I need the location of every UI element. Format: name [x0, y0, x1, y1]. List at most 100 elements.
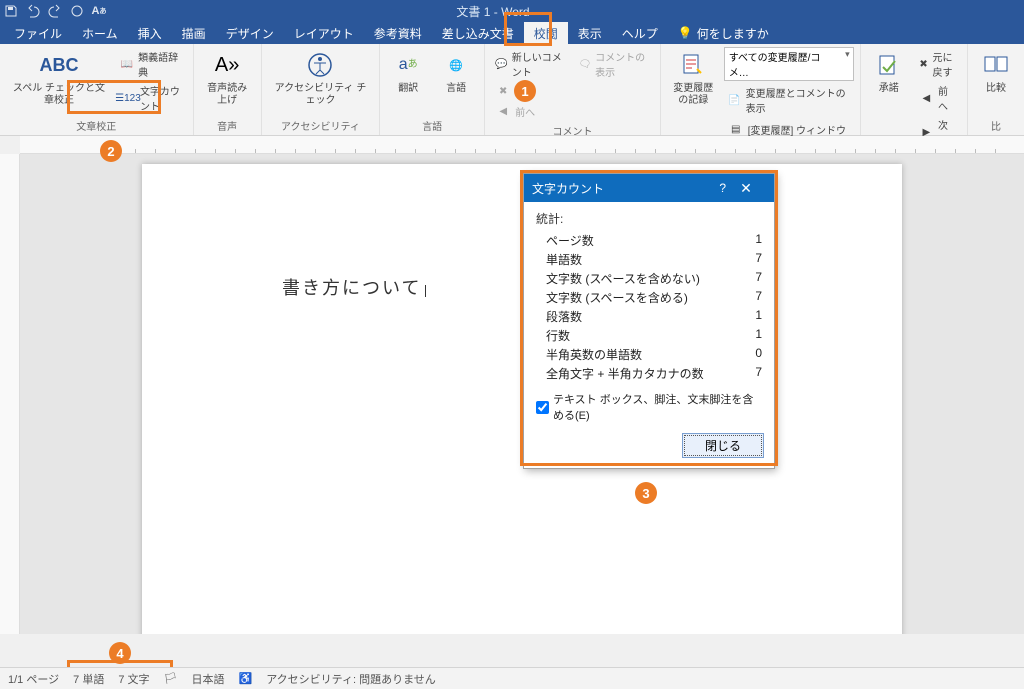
tab-layout[interactable]: レイアウト — [284, 22, 364, 44]
thesaurus-icon: 📖 — [120, 56, 134, 72]
compare-button[interactable]: 比較 — [974, 47, 1018, 97]
tab-references[interactable]: 参考資料 — [364, 22, 432, 44]
spellcheck-icon: ABC — [43, 49, 75, 81]
stat-value: 0 — [755, 346, 762, 363]
group-changes: 承諾 ✖元に戻す ◀前へ ▶次へ 変更箇所 — [861, 44, 968, 135]
tab-file[interactable]: ファイル — [4, 22, 72, 44]
tab-draw[interactable]: 描画 — [172, 22, 216, 44]
stat-key: ページ数 — [536, 232, 594, 249]
wordcount-button[interactable]: ☰123 文字カウント — [116, 81, 187, 115]
quick-access-toolbar: Aあ — [4, 4, 106, 18]
step-badge-3: 3 — [635, 482, 657, 504]
tab-insert[interactable]: 挿入 — [128, 22, 172, 44]
stat-key: 文字数 (スペースを含めない) — [536, 270, 700, 287]
show-markup-button[interactable]: 📄 変更履歴とコメントの表示 — [724, 83, 854, 117]
status-a11y-icon: ♿ — [238, 672, 252, 685]
prev-change-button[interactable]: ◀前へ — [915, 81, 961, 115]
title-bar: Aあ 文書 1 - Word — [0, 0, 1024, 22]
stat-row: 全角文字 + 半角カタカナの数7 — [536, 364, 762, 383]
group-label-proofing: 文章校正 — [6, 116, 187, 135]
include-textbox-checkbox[interactable]: テキスト ボックス、脚注、文末脚注を含める(E) — [536, 391, 762, 423]
stat-key: 行数 — [536, 327, 570, 344]
tab-view[interactable]: 表示 — [568, 22, 612, 44]
stat-value: 7 — [755, 270, 762, 287]
stat-key: 文字数 (スペースを含める) — [536, 289, 688, 306]
redo-icon[interactable] — [48, 4, 62, 18]
stat-value: 7 — [755, 251, 762, 268]
document-title: 文書 1 - Word — [456, 3, 529, 20]
status-wordcount[interactable]: 7 単語 — [73, 671, 104, 687]
tab-design[interactable]: デザイン — [216, 22, 284, 44]
tab-help[interactable]: ヘルプ — [612, 22, 668, 44]
status-language[interactable]: 日本語 — [191, 671, 224, 687]
status-accessibility[interactable]: アクセシビリティ: 問題ありません — [266, 671, 436, 687]
document-area[interactable]: 書き方について — [20, 154, 1024, 634]
group-speech: A» 音声読み上げ 音声 — [194, 44, 262, 135]
status-flag-icon: 🏳 — [164, 672, 178, 685]
group-accessibility: アクセシビリティ チェック アクセシビリティ — [262, 44, 380, 135]
ribbon-tabs: ファイル ホーム 挿入 描画 デザイン レイアウト 参考資料 差し込み文書 校閲… — [0, 22, 1024, 44]
dialog-body: 統計: ページ数1単語数7文字数 (スペースを含めない)7文字数 (スペースを含… — [524, 202, 774, 433]
display-for-review-select[interactable]: すべての変更履歴/コメ… — [724, 47, 854, 81]
text-cursor — [421, 285, 425, 297]
dialog-close-button[interactable]: 閉じる — [682, 433, 764, 458]
touch-mode-icon[interactable] — [70, 4, 84, 18]
tab-mailings[interactable]: 差し込み文書 — [432, 22, 524, 44]
stat-key: 半角英数の単語数 — [536, 346, 642, 363]
compare-icon — [980, 49, 1012, 81]
dialog-titlebar[interactable]: 文字カウント ? ✕ — [524, 174, 774, 202]
new-comment-button[interactable]: 💬 新しいコメント — [491, 47, 570, 81]
dialog-title: 文字カウント — [532, 180, 604, 197]
wordcount-dialog: 文字カウント ? ✕ 統計: ページ数 1 単語数7文字数 (スペースを含めない) 7… — [523, 173, 775, 469]
readaloud-icon: A» — [211, 49, 243, 81]
dialog-help-icon[interactable]: ? — [719, 181, 726, 195]
group-tracking: 変更履歴の記録 すべての変更履歴/コメ… 📄 変更履歴とコメントの表示 ▤ [変… — [661, 44, 861, 135]
step-badge-2: 2 — [100, 140, 122, 162]
stat-row: 文字数 (スペースを含める)7 — [536, 288, 762, 307]
stat-row: 行数 1 — [536, 326, 762, 345]
reject-button[interactable]: ✖元に戻す — [915, 47, 961, 81]
delete-comment-icon: ✖ — [495, 83, 511, 99]
font-icon[interactable]: Aあ — [92, 4, 106, 18]
status-page[interactable]: 1/1 ページ — [8, 671, 59, 687]
language-button[interactable]: 🌐 言語 — [434, 47, 478, 97]
dialog-close-icon[interactable]: ✕ — [726, 180, 766, 197]
document-body-text[interactable]: 書き方について — [282, 278, 421, 298]
lightbulb-icon: 💡 — [678, 26, 693, 40]
stat-row: 半角英数の単語数 0 — [536, 345, 762, 364]
spellcheck-button[interactable]: ABC スペル チェックと文章校正 — [6, 47, 112, 109]
track-changes-icon — [677, 49, 709, 81]
stat-row: 単語数7 — [536, 250, 762, 269]
tell-me[interactable]: 💡 何をしますか — [668, 22, 779, 44]
track-changes-button[interactable]: 変更履歴の記録 — [667, 47, 720, 109]
thesaurus-button[interactable]: 📖 類義語辞典 — [116, 47, 187, 81]
tab-home[interactable]: ホーム — [72, 22, 128, 44]
group-label-language: 言語 — [386, 116, 478, 135]
page[interactable]: 書き方について — [142, 164, 902, 634]
pane-icon: ▤ — [728, 121, 744, 137]
translate-icon: aあ — [392, 49, 424, 81]
tab-review[interactable]: 校閲 — [524, 22, 568, 44]
stat-value: 1 — [755, 327, 762, 344]
group-proofing: ABC スペル チェックと文章校正 📖 類義語辞典 ☰123 文字カウント 文章… — [0, 44, 194, 135]
undo-icon[interactable] — [26, 4, 40, 18]
new-comment-icon: 💬 — [495, 56, 508, 72]
step-badge-1: 1 — [514, 80, 536, 102]
prev-comment-button[interactable]: ◀ 前へ — [491, 101, 570, 121]
stat-row: 文字数 (スペースを含めない) 7 — [536, 269, 762, 288]
stat-value: 1 — [755, 308, 762, 325]
translate-button[interactable]: aあ 翻訳 — [386, 47, 430, 97]
save-icon[interactable] — [4, 4, 18, 18]
group-compare: 比較 比 — [968, 44, 1024, 135]
a11y-check-button[interactable]: アクセシビリティ チェック — [268, 47, 373, 109]
wordcount-icon: ☰123 — [120, 90, 136, 106]
group-label-compare: 比 — [974, 116, 1018, 135]
include-textbox-input[interactable] — [536, 401, 549, 414]
status-charcount[interactable]: 7 文字 — [118, 671, 149, 687]
stats-header: 統計: — [536, 210, 762, 227]
accept-button[interactable]: 承諾 — [867, 47, 911, 97]
accept-icon — [873, 49, 905, 81]
show-comments-button[interactable]: 🗨 コメントの表示 — [574, 47, 653, 81]
group-label-speech: 音声 — [200, 116, 255, 135]
readaloud-button[interactable]: A» 音声読み上げ — [200, 47, 255, 109]
